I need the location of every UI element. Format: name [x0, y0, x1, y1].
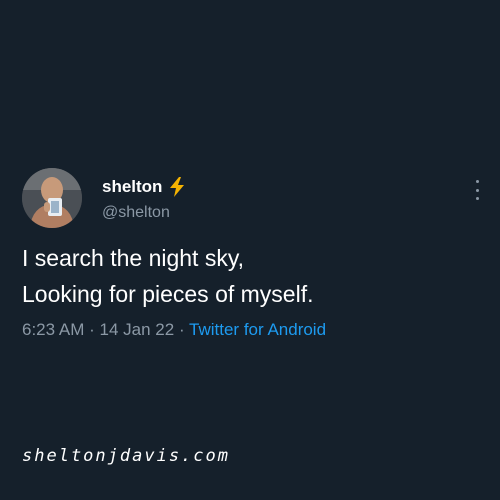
avatar[interactable] — [22, 168, 82, 228]
tweet-header: shelton @shelton — [22, 168, 482, 232]
author-name-row: shelton — [102, 176, 186, 198]
tweet-date[interactable]: 14 Jan 22 — [100, 320, 175, 339]
lightning-bolt-icon — [168, 177, 186, 197]
tweet-text-line: Looking for pieces of myself. — [22, 281, 314, 307]
meta-separator: · — [89, 320, 95, 339]
tweet-image-canvas: shelton @shelton I search the night sky,… — [0, 0, 500, 500]
tweet-card: shelton @shelton I search the night sky,… — [22, 168, 482, 340]
meta-separator: · — [178, 320, 185, 339]
tweet-meta: 6:23 AM · 14 Jan 22 · Twitter for Androi… — [22, 320, 482, 340]
author-handle[interactable]: @shelton — [102, 204, 186, 222]
tweet-text: I search the night sky, Looking for piec… — [22, 240, 482, 312]
watermark: sheltonjdavis.com — [22, 446, 230, 466]
tweet-text-line: I search the night sky, — [22, 245, 245, 271]
author-info: shelton @shelton — [102, 176, 186, 222]
tweet-source-link[interactable]: Twitter for Android — [189, 320, 326, 339]
more-options-icon[interactable] — [472, 180, 482, 200]
author-name[interactable]: shelton — [102, 177, 162, 197]
avatar-photo — [22, 168, 82, 228]
tweet-time[interactable]: 6:23 AM — [22, 320, 84, 339]
